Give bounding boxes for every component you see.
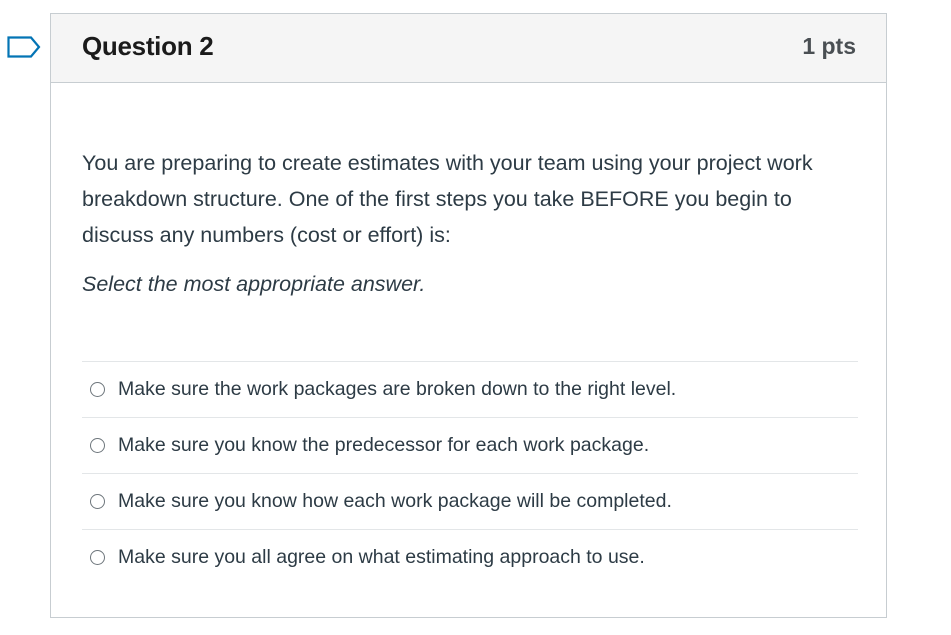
radio-button[interactable] <box>90 438 105 453</box>
answer-option[interactable]: Make sure the work packages are broken d… <box>82 361 858 417</box>
question-header: Question 2 1 pts <box>51 14 886 83</box>
question-points: 1 pts <box>802 33 856 59</box>
radio-button[interactable] <box>90 494 105 509</box>
question-title: Question 2 <box>82 31 214 61</box>
answer-label[interactable]: Make sure the work packages are broken d… <box>118 378 676 401</box>
radio-button[interactable] <box>90 550 105 565</box>
answer-option[interactable]: Make sure you all agree on what estimati… <box>82 529 858 585</box>
answer-list: Make sure the work packages are broken d… <box>82 361 858 585</box>
answer-label[interactable]: Make sure you know the predecessor for e… <box>118 434 649 457</box>
answer-label[interactable]: Make sure you know how each work package… <box>118 490 672 513</box>
answer-option[interactable]: Make sure you know how each work package… <box>82 473 858 529</box>
bookmark-flag-icon[interactable] <box>7 36 41 58</box>
answer-option[interactable]: Make sure you know the predecessor for e… <box>82 417 858 473</box>
question-text: You are preparing to create estimates wi… <box>82 151 813 247</box>
answer-label[interactable]: Make sure you all agree on what estimati… <box>118 546 645 569</box>
radio-button[interactable] <box>90 382 105 397</box>
question-card: Question 2 1 pts You are preparing to cr… <box>50 13 887 618</box>
question-instruction: Select the most appropriate answer. <box>82 272 426 296</box>
quiz-page: Question 2 1 pts You are preparing to cr… <box>0 0 951 635</box>
